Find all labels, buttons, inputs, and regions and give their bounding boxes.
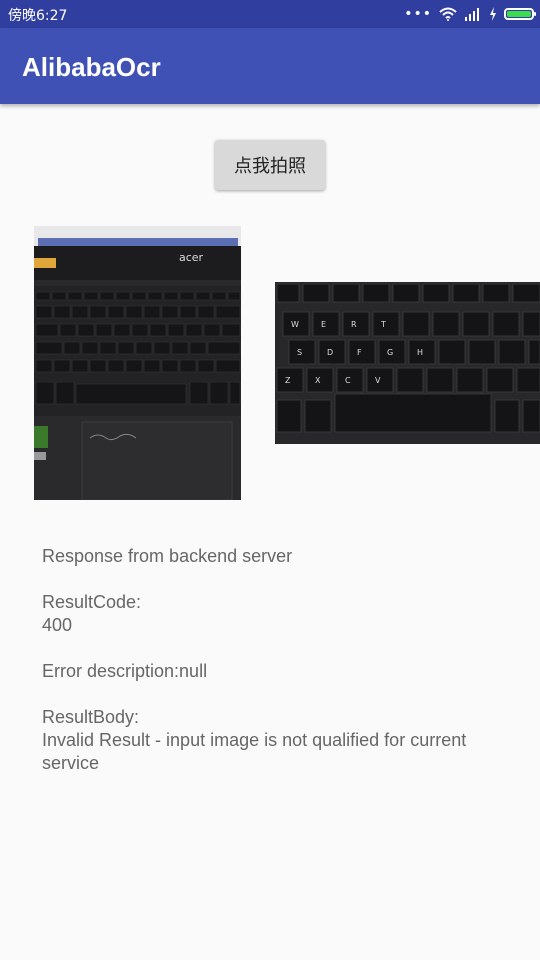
svg-text:C: C [345, 376, 351, 385]
svg-text:T: T [380, 320, 386, 329]
response-heading: Response from backend server [42, 546, 293, 566]
app-bar: AlibabaOcr [0, 28, 540, 104]
charging-icon [490, 7, 496, 21]
svg-text:R: R [351, 320, 357, 329]
status-icons: ••• [404, 4, 536, 24]
svg-text:H: H [417, 348, 423, 357]
signal-icon [465, 8, 479, 21]
app-title: AlibabaOcr [22, 52, 161, 82]
result-body-value: Invalid Result - input image is not qual… [42, 730, 467, 773]
result-code-label: ResultCode: [42, 592, 142, 612]
brand-text: acer [179, 251, 204, 264]
svg-text:D: D [327, 348, 333, 357]
svg-text:F: F [357, 348, 362, 357]
result-body-label: ResultBody: [42, 707, 140, 727]
wifi-icon [439, 7, 457, 21]
result-code-value: 400 [42, 615, 73, 635]
captured-photo: acer [34, 226, 241, 500]
svg-text:S: S [297, 348, 302, 357]
dots-icon: ••• [404, 6, 432, 22]
response-text: Response from backend server ResultCode:… [42, 545, 522, 775]
battery-icon [504, 8, 536, 20]
status-time: 傍晚6:27 [8, 8, 68, 24]
svg-text:X: X [315, 376, 321, 385]
svg-text:W: W [291, 320, 299, 329]
status-bar: 傍晚6:27 ••• [0, 0, 540, 28]
error-description: Error description:null [42, 661, 208, 681]
svg-text:Z: Z [285, 376, 291, 385]
svg-text:V: V [375, 376, 381, 385]
svg-text:E: E [321, 320, 326, 329]
cropped-photo: W E R T S D F G H Z X C V [275, 282, 540, 444]
svg-text:G: G [387, 348, 393, 357]
take-photo-button[interactable]: 点我拍照 [215, 140, 325, 190]
